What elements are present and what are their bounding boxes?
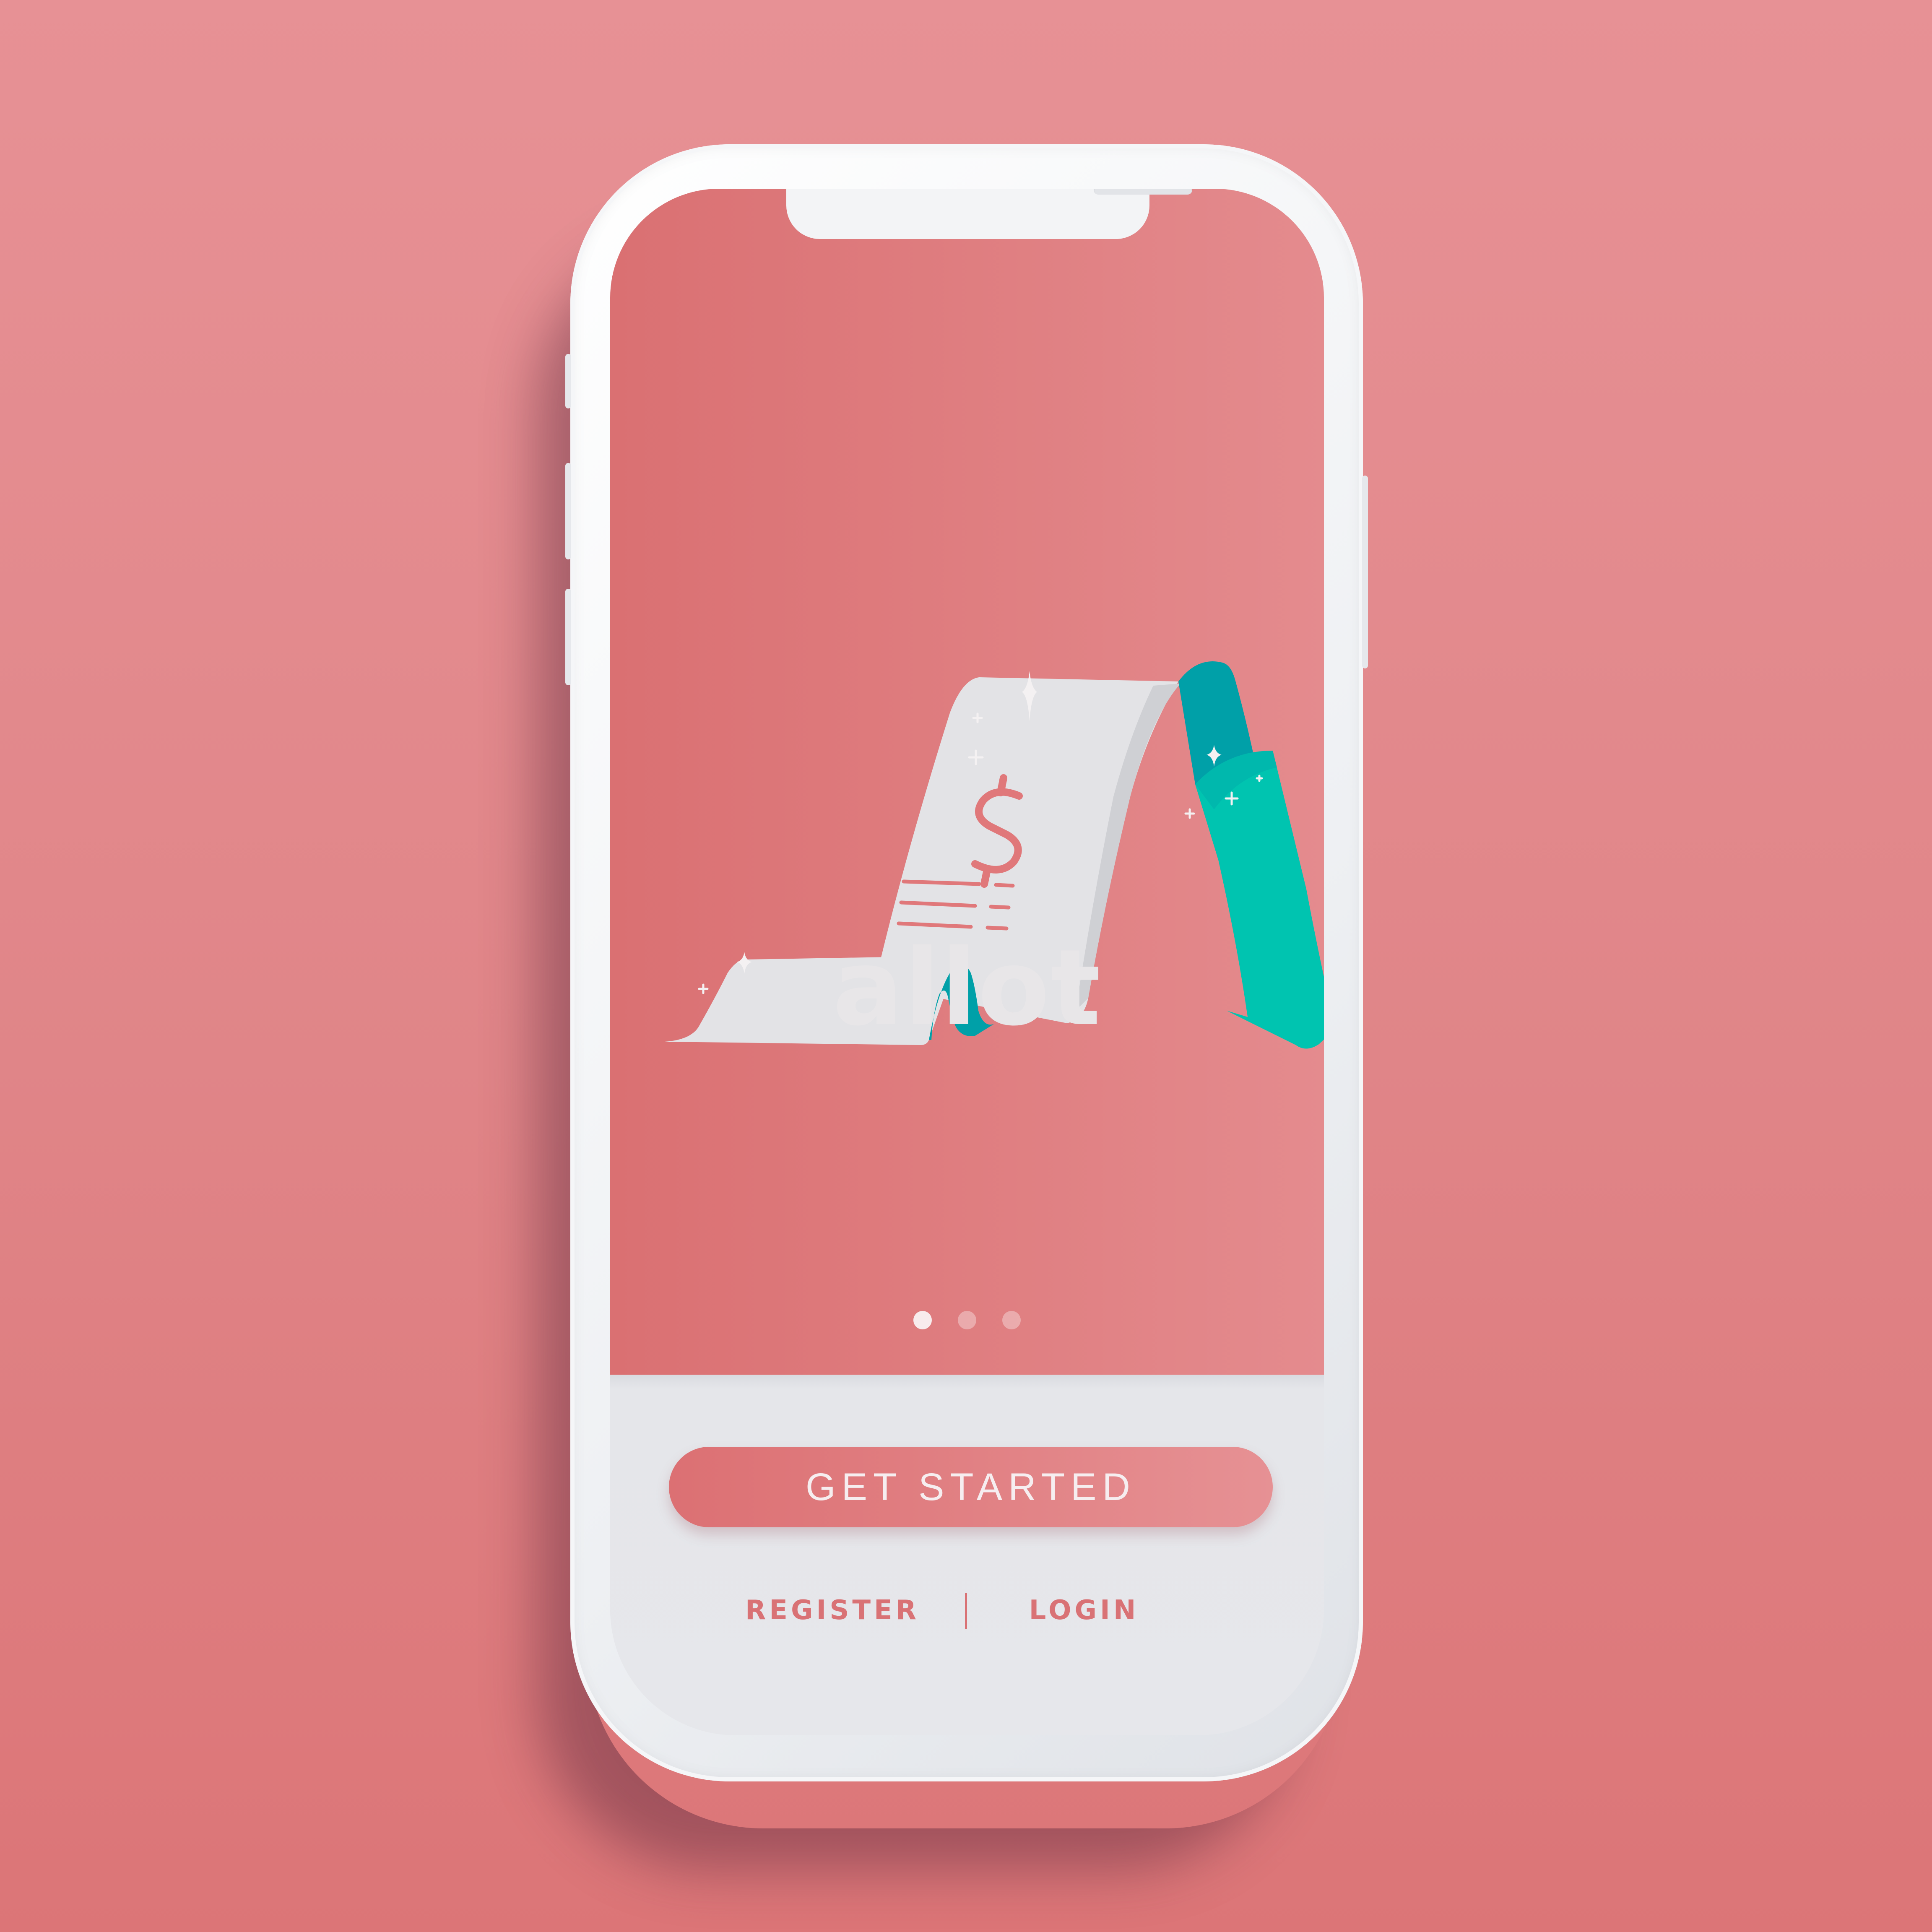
phone-notch	[786, 189, 1192, 239]
auth-panel	[610, 1375, 1324, 1735]
volume-up-button	[565, 463, 571, 559]
get-started-button[interactable]: GET STARTED	[669, 1447, 1273, 1527]
page-dot-3[interactable]	[1002, 1311, 1021, 1329]
auth-links: REGISTER LOGIN	[610, 1589, 1324, 1631]
speaker-grille	[1094, 189, 1192, 195]
phone-mockup: allot GET STARTED REGISTER LOGIN	[565, 144, 1368, 1781]
link-divider	[965, 1593, 967, 1629]
page-indicator[interactable]	[610, 1311, 1324, 1329]
onboarding-hero[interactable]: allot	[610, 189, 1324, 1375]
power-button	[1362, 476, 1368, 668]
receipt-illustration	[665, 661, 1324, 1049]
silent-switch	[565, 354, 571, 408]
page-dot-2[interactable]	[958, 1311, 976, 1329]
register-link[interactable]: REGISTER	[732, 1589, 933, 1631]
volume-down-button	[565, 589, 571, 685]
app-screen: allot GET STARTED REGISTER LOGIN	[610, 189, 1324, 1735]
login-link[interactable]: LOGIN	[1000, 1589, 1168, 1631]
app-logo-wordmark: allot	[832, 927, 1102, 1049]
page-dot-1[interactable]	[913, 1311, 932, 1329]
